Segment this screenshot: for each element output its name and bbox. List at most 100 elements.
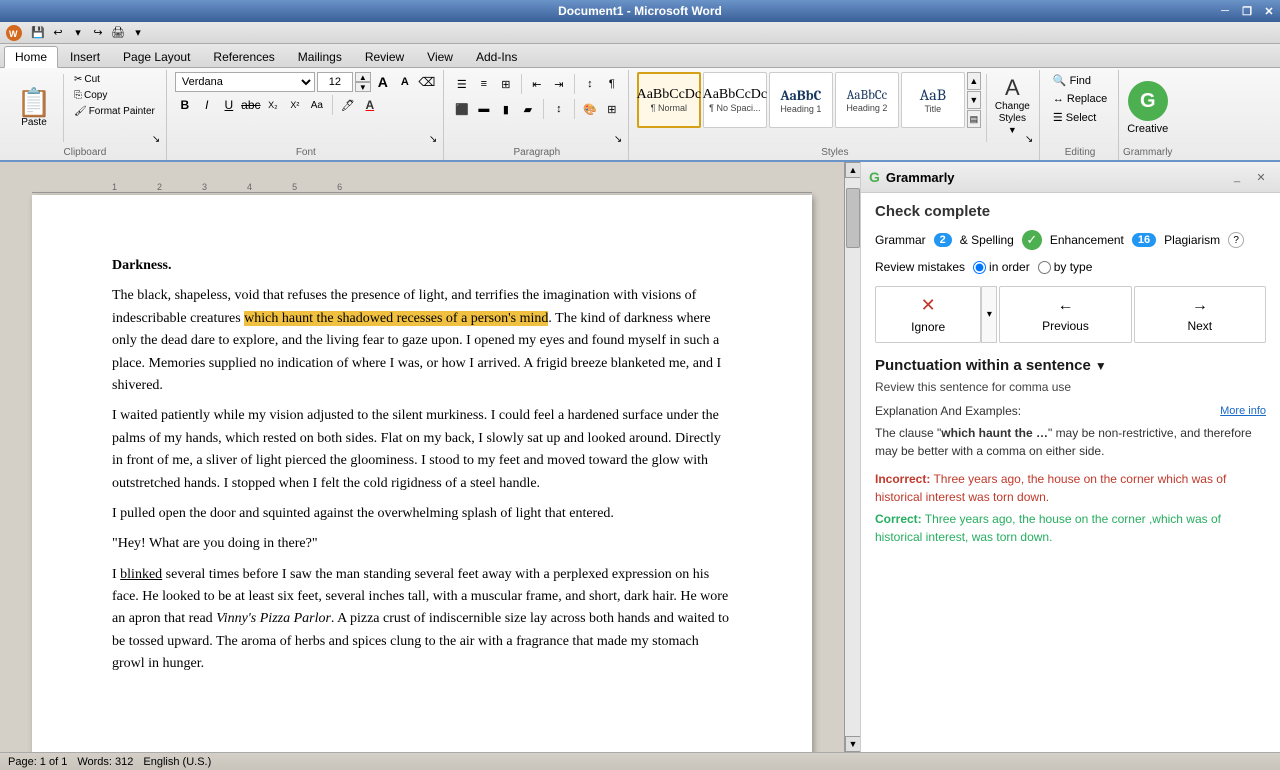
ignore-dropdown[interactable]: ▾ <box>981 286 997 343</box>
inc-indent-button[interactable]: ⇥ <box>549 74 569 94</box>
strikethrough-button[interactable]: abc <box>241 95 261 115</box>
change-styles-button[interactable]: A ChangeStyles ▼ <box>992 72 1033 138</box>
align-left-button[interactable]: ⬛ <box>452 99 472 119</box>
office-button[interactable]: W <box>4 23 24 43</box>
scroll-thumb[interactable] <box>846 188 860 248</box>
find-button[interactable]: 🔍 Find <box>1048 72 1096 89</box>
line-spacing-button[interactable]: ↕ <box>549 99 569 119</box>
dec-indent-button[interactable]: ⇤ <box>527 74 547 94</box>
grammarly-close[interactable]: ✕ <box>1250 166 1272 188</box>
scroll-track[interactable] <box>845 178 860 736</box>
sort-button[interactable]: ↕ <box>580 74 600 94</box>
font-size-input[interactable] <box>317 72 353 92</box>
clipboard-expand[interactable]: ↘ <box>152 134 164 146</box>
change-case-button[interactable]: Aa <box>307 95 327 115</box>
tab-home[interactable]: Home <box>4 46 58 68</box>
doc-heading: Darkness. <box>112 255 732 277</box>
bullets-button[interactable]: ☰ <box>452 74 472 94</box>
suggestion-dropdown-icon[interactable]: ▼ <box>1095 359 1107 373</box>
clear-formatting-button[interactable]: ⌫ <box>417 72 437 92</box>
redo-button[interactable]: ↪ <box>88 23 108 43</box>
tab-references[interactable]: References <box>202 46 285 67</box>
tab-review[interactable]: Review <box>354 46 415 67</box>
ignore-button[interactable]: ✕ Ignore <box>875 286 981 343</box>
scroll-up-button[interactable]: ▲ <box>845 162 861 178</box>
styles-scroll-up[interactable]: ▲ <box>967 72 981 90</box>
tab-mailings[interactable]: Mailings <box>287 46 353 67</box>
replace-button[interactable]: ↔ Replace <box>1048 91 1112 107</box>
select-button[interactable]: ☰ Select <box>1048 109 1101 126</box>
font-expand[interactable]: ↘ <box>429 134 441 146</box>
font-name-select[interactable]: Verdana <box>175 72 315 92</box>
title-bar: Document1 - Microsoft Word ─ ❐ ✕ <box>0 0 1280 22</box>
para-sep4 <box>574 99 575 119</box>
italic-button[interactable]: I <box>197 95 217 115</box>
editing-label: Editing <box>1042 147 1118 158</box>
para-sep1 <box>521 74 522 94</box>
previous-button[interactable]: ← Previous <box>999 286 1131 343</box>
shading-button[interactable]: 🎨 <box>580 99 600 119</box>
subscript-button[interactable]: X₂ <box>263 95 283 115</box>
styles-more[interactable]: ▤ <box>967 110 981 128</box>
paste-button[interactable]: 📋 Paste <box>10 72 58 144</box>
shrink-font-button[interactable]: A <box>395 72 415 92</box>
tab-add-ins[interactable]: Add-Ins <box>465 46 528 67</box>
paragraph-label: Paragraph <box>446 147 628 158</box>
doc-para-4: "Hey! What are you doing in there?" <box>112 533 732 555</box>
cut-button[interactable]: ✂ Cut <box>69 72 160 87</box>
align-center-button[interactable]: ▬ <box>474 99 494 119</box>
document-page[interactable]: Darkness. The black, shapeless, void tha… <box>32 195 812 752</box>
undo-button[interactable]: ↩ <box>48 23 68 43</box>
close-button[interactable]: ✕ <box>1258 0 1280 22</box>
save-button[interactable]: 💾 <box>28 23 48 43</box>
justify-button[interactable]: ▰ <box>518 99 538 119</box>
in-order-radio[interactable]: in order <box>973 260 1030 274</box>
undo-dropdown[interactable]: ▾ <box>68 23 88 43</box>
increase-font-size[interactable]: ▲ <box>355 72 371 82</box>
print-preview-button[interactable]: 🖨 <box>108 23 128 43</box>
numbering-button[interactable]: ≡ <box>474 74 494 94</box>
text-highlight-button[interactable]: 🖊 <box>338 95 358 115</box>
format-painter-button[interactable]: 🖌 Format Painter <box>69 104 160 119</box>
plagiarism-info-button[interactable]: ? <box>1228 232 1244 248</box>
superscript-button[interactable]: X² <box>285 95 305 115</box>
scroll-down-button[interactable]: ▼ <box>845 736 861 752</box>
previous-label: Previous <box>1042 319 1089 333</box>
copy-button[interactable]: ⎘ Copy <box>69 88 160 103</box>
style-no-spacing[interactable]: AaBbCcDc ¶ No Spaci... <box>703 72 767 128</box>
minimize-button[interactable]: ─ <box>1214 0 1236 22</box>
bold-button[interactable]: B <box>175 95 195 115</box>
style-normal[interactable]: AaBbCcDc ¶ Normal <box>637 72 701 128</box>
tab-page-layout[interactable]: Page Layout <box>112 46 201 67</box>
grammarly-panel: G Grammarly _ ✕ Check complete Grammar 2… <box>860 162 1280 752</box>
grammarly-icon[interactable]: G <box>1128 81 1168 121</box>
example-correct: Correct: Three years ago, the house on t… <box>875 510 1266 546</box>
doc-para-2: I waited patiently while my vision adjus… <box>112 405 732 495</box>
grammar-label: Grammar <box>875 233 926 247</box>
style-heading2[interactable]: AaBbCc Heading 2 <box>835 72 899 128</box>
paragraph-expand[interactable]: ↘ <box>614 134 626 146</box>
grow-font-button[interactable]: A <box>373 72 393 92</box>
borders-button[interactable]: ⊞ <box>602 99 622 119</box>
tab-insert[interactable]: Insert <box>59 46 111 67</box>
more-info-link[interactable]: More info <box>1220 405 1266 417</box>
grammarly-minimize[interactable]: _ <box>1226 166 1248 188</box>
style-heading1[interactable]: AaBbC Heading 1 <box>769 72 833 128</box>
font-color-button[interactable]: A <box>360 95 380 115</box>
styles-group: AaBbCcDc ¶ Normal AaBbCcDc ¶ No Spaci...… <box>631 70 1040 160</box>
style-title[interactable]: AaB Title <box>901 72 965 128</box>
align-right-button[interactable]: ▮ <box>496 99 516 119</box>
more-qa-button[interactable]: ▾ <box>128 23 148 43</box>
styles-scroll-down[interactable]: ▼ <box>967 91 981 109</box>
underline-button[interactable]: U <box>219 95 239 115</box>
para-row2: ⬛ ▬ ▮ ▰ ↕ 🎨 ⊞ <box>452 97 622 121</box>
restore-button[interactable]: ❐ <box>1236 0 1258 22</box>
show-hide-button[interactable]: ¶ <box>602 74 622 94</box>
multilevel-button[interactable]: ⊞ <box>496 74 516 94</box>
next-button[interactable]: → Next <box>1134 286 1266 343</box>
decrease-font-size[interactable]: ▼ <box>355 82 371 92</box>
by-type-radio[interactable]: by type <box>1038 260 1093 274</box>
tab-view[interactable]: View <box>416 46 464 67</box>
styles-expand[interactable]: ↘ <box>1025 134 1037 146</box>
check-complete-label: Check complete <box>875 203 1266 220</box>
